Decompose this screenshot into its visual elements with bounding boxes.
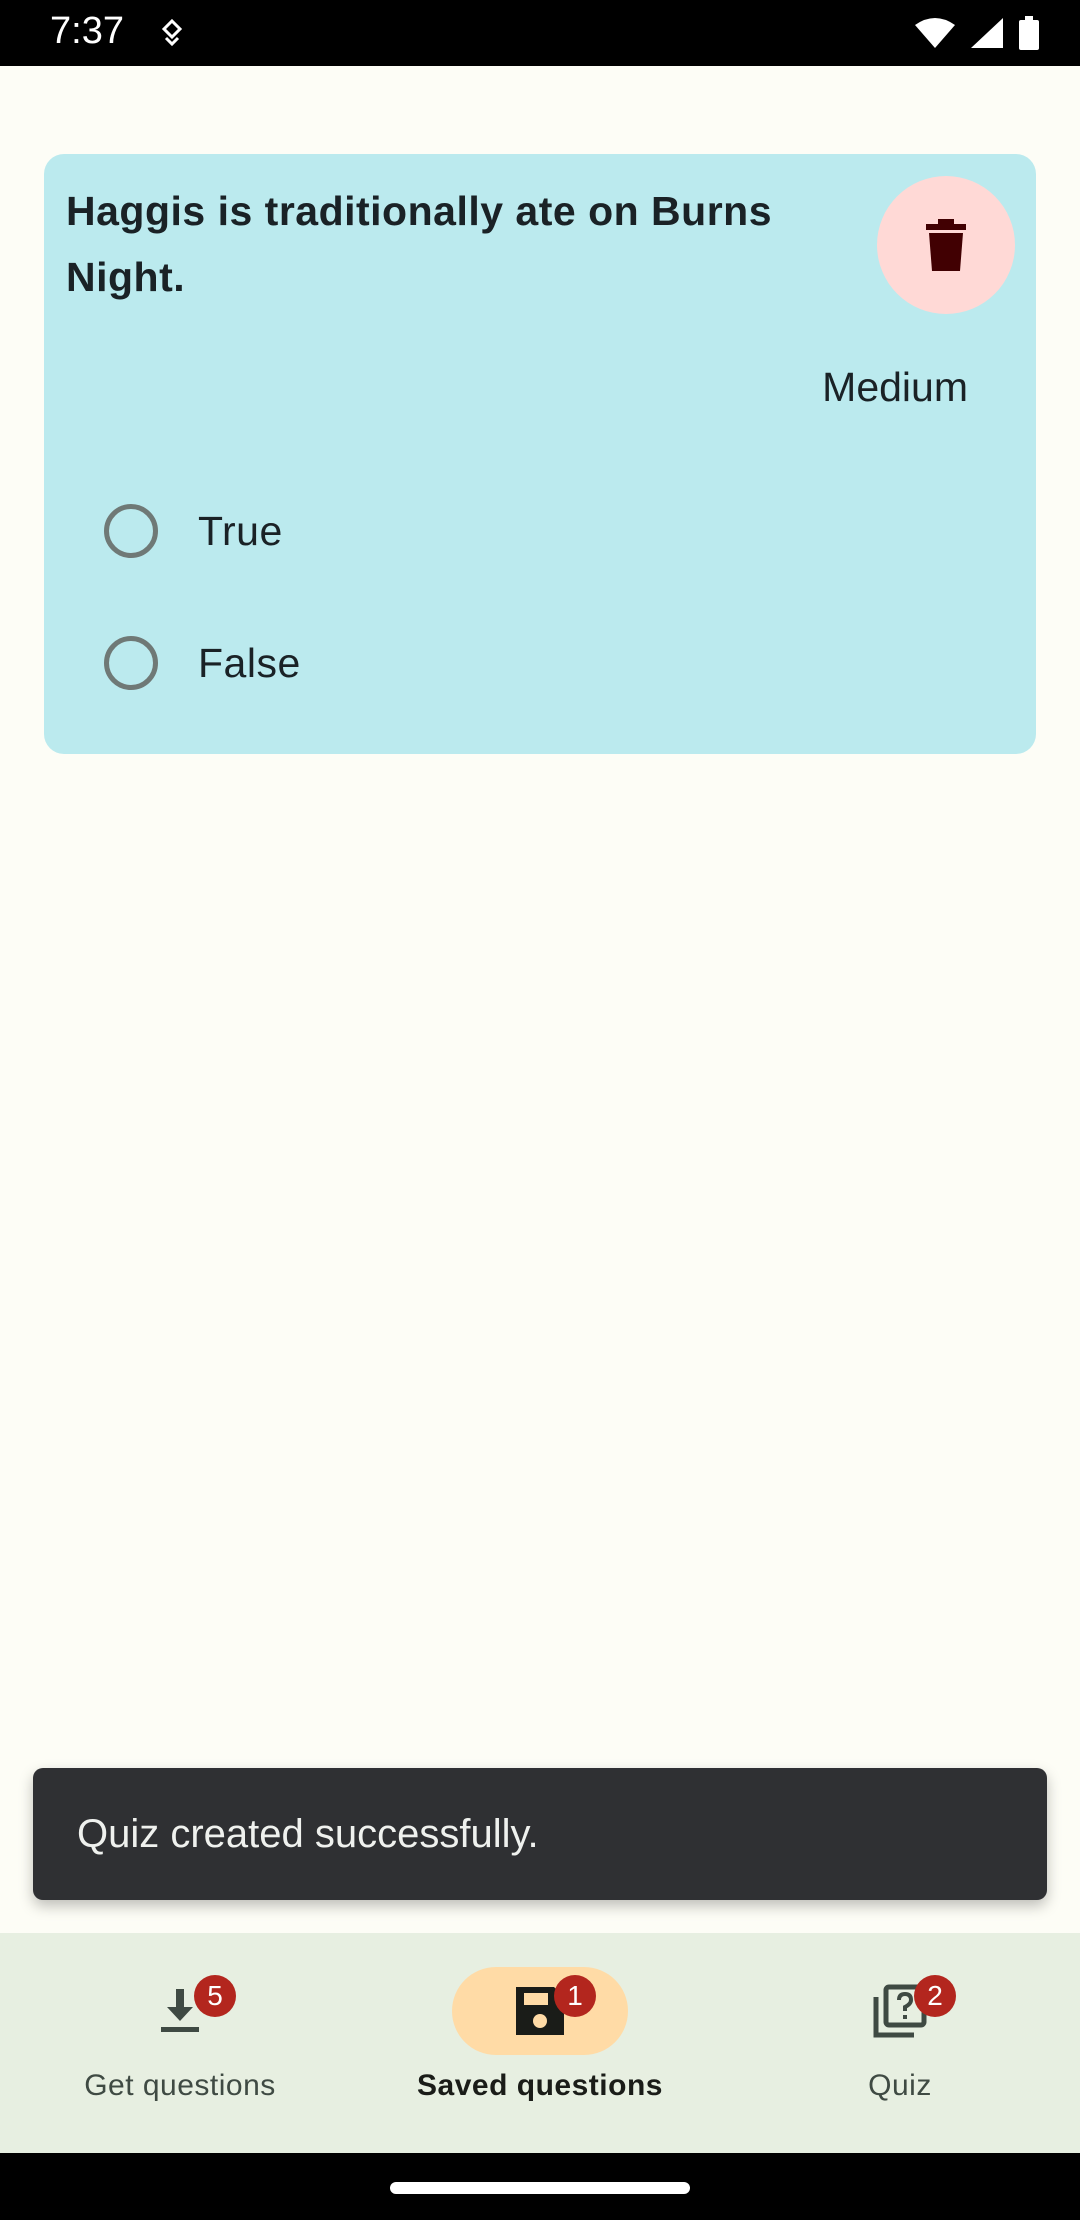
bottom-navigation: 5 Get questions 1 Saved questions 2 Quiz (0, 1933, 1080, 2153)
option-label: True (198, 507, 283, 554)
badge-count: 2 (914, 1975, 956, 2017)
question-text: Haggis is traditionally ate on Burns Nig… (66, 188, 773, 300)
wifi-icon (915, 18, 955, 48)
snackbar: Quiz created successfully. (33, 1768, 1047, 1900)
option-true[interactable]: True (104, 504, 283, 558)
nav-item-saved-questions[interactable]: 1 Saved questions (360, 1933, 720, 2153)
home-gesture-handle[interactable] (390, 2182, 690, 2194)
status-bar: 7:37 (0, 0, 1080, 66)
notification-icon (161, 18, 183, 47)
badge-count: 5 (194, 1975, 236, 2017)
question-card: Haggis is traditionally ate on Burns Nig… (44, 154, 1036, 754)
badge-count: 1 (554, 1975, 596, 2017)
status-time: 7:37 (50, 10, 124, 52)
snackbar-message: Quiz created successfully. (77, 1812, 539, 1856)
difficulty-label: Medium (822, 364, 968, 410)
option-label: False (198, 639, 301, 686)
trash-icon (926, 219, 966, 271)
nav-label: Saved questions (417, 2069, 663, 2102)
nav-label: Get questions (84, 2069, 276, 2102)
battery-icon (1019, 16, 1039, 50)
radio-button[interactable] (104, 636, 158, 690)
radio-button[interactable] (104, 504, 158, 558)
gesture-navigation-area (0, 2153, 1080, 2220)
nav-item-get-questions[interactable]: 5 Get questions (0, 1933, 360, 2153)
status-icons (914, 16, 1040, 50)
signal-icon (971, 18, 1003, 48)
nav-item-quiz[interactable]: 2 Quiz (720, 1933, 1080, 2153)
delete-button[interactable] (877, 176, 1015, 314)
option-false[interactable]: False (104, 636, 301, 690)
nav-label: Quiz (868, 2069, 932, 2102)
